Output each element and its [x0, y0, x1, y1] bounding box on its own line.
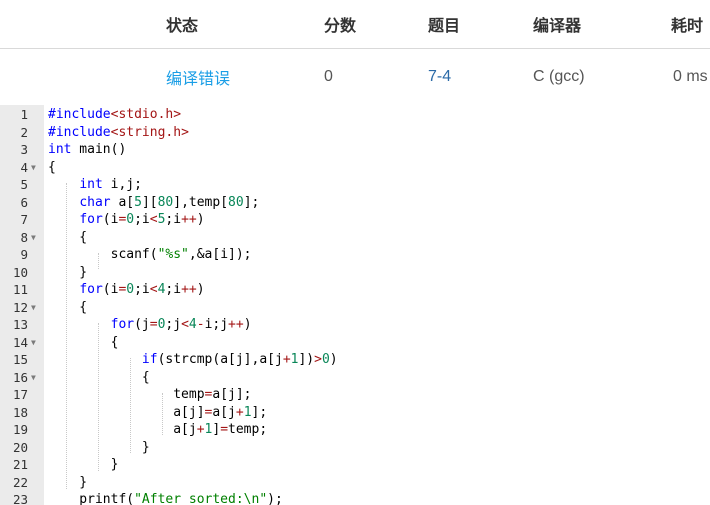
line-number: 12: [12, 299, 28, 315]
code-text: {: [48, 229, 88, 245]
code-line[interactable]: 17 temp=a[j];: [0, 386, 710, 404]
code-line[interactable]: 6 char a[5][80],temp[80];: [0, 194, 710, 212]
code-text: for(i=0;i<5;i++): [79, 212, 205, 227]
code-editor[interactable]: 1 #include<stdio.h> 2 #include<string.h> 3 in…: [0, 105, 710, 505]
line-number: 4: [20, 159, 28, 175]
code-text: for(j=0;j<4-i;j++): [110, 317, 252, 332]
line-number: 3: [20, 142, 28, 157]
score-value: 0: [324, 67, 333, 85]
line-number: 2: [20, 124, 28, 140]
code-line[interactable]: 2 #include<string.h>: [0, 124, 710, 142]
code-text: #include<stdio.h>: [48, 107, 182, 122]
line-number: 9: [20, 247, 28, 262]
column-compiler: 编译器: [533, 18, 582, 35]
column-problem: 题目: [428, 18, 461, 35]
code-line[interactable]: 15 if(strcmp(a[j],a[j+1])>0): [0, 351, 710, 369]
line-number: 11: [12, 282, 28, 297]
code-text: int i,j;: [79, 177, 142, 192]
code-line[interactable]: 13 for(j=0;j<4-i;j++): [0, 316, 710, 334]
line-number: 8: [20, 229, 28, 245]
code-line[interactable]: 20 }: [0, 439, 710, 457]
code-text: }: [48, 264, 88, 280]
line-number: 18: [12, 404, 28, 420]
line-number: 1: [20, 107, 28, 122]
code-line[interactable]: 7 for(i=0;i<5;i++): [0, 211, 710, 229]
code-line[interactable]: 9 scanf("%s",&a[i]);: [0, 246, 710, 264]
column-score: 分数: [324, 18, 357, 35]
line-number: 10: [12, 264, 28, 280]
code-text: for(i=0;i<4;i++): [79, 282, 205, 297]
line-number: 13: [12, 317, 28, 332]
line-number: 19: [12, 422, 28, 437]
compiler-value: C (gcc): [533, 67, 585, 85]
code-text: }: [48, 439, 150, 455]
code-line[interactable]: 1 #include<stdio.h>: [0, 106, 710, 124]
code-line[interactable]: 14 ▼ {: [0, 334, 710, 352]
line-number: 6: [20, 194, 28, 210]
time-value: 0 ms: [673, 67, 708, 85]
fold-arrow-icon[interactable]: ▼: [31, 299, 36, 317]
code-text: }: [48, 474, 88, 490]
code-text: if(strcmp(a[j],a[j+1])>0): [141, 352, 338, 367]
line-number: 15: [12, 352, 28, 367]
code-text: printf("After sorted:\n");: [48, 492, 283, 505]
code-text: {: [48, 334, 119, 350]
problem-link[interactable]: 7-4: [428, 49, 451, 104]
code-line[interactable]: 11 for(i=0;i<4;i++): [0, 281, 710, 299]
code-text: temp=a[j];: [48, 387, 252, 402]
code-text: a[j]=a[j+1];: [48, 404, 268, 420]
line-number: 23: [12, 492, 28, 505]
code-line[interactable]: 19 a[j+1]=temp;: [0, 421, 710, 439]
code-text: {: [48, 299, 88, 315]
line-number: 22: [12, 474, 28, 490]
line-number: 14: [12, 334, 28, 350]
status-link[interactable]: 编译错误: [166, 49, 230, 104]
submission-table-header: 状态 分数 题目 编译器 耗时: [0, 0, 710, 49]
code-line[interactable]: 3 int main(): [0, 141, 710, 159]
fold-arrow-icon[interactable]: ▼: [31, 369, 36, 387]
code-text: a[j+1]=temp;: [48, 422, 268, 437]
code-line[interactable]: 22 }: [0, 474, 710, 492]
submission-row: 编译错误 0 7-4 C (gcc) 0 ms: [0, 49, 710, 104]
code-line[interactable]: 4 ▼ {: [0, 159, 710, 177]
code-line[interactable]: 18 a[j]=a[j+1];: [0, 404, 710, 422]
code-line[interactable]: 23 printf("After sorted:\n");: [0, 491, 710, 505]
code-line[interactable]: 5 int i,j;: [0, 176, 710, 194]
code-line[interactable]: 16 ▼ {: [0, 369, 710, 387]
line-number: 7: [20, 212, 28, 227]
code-line[interactable]: 21 }: [0, 456, 710, 474]
code-text: char a[5][80],temp[80];: [79, 194, 260, 210]
code-text: #include<string.h>: [48, 124, 189, 140]
line-number: 21: [12, 457, 28, 472]
line-number: 5: [20, 177, 28, 192]
fold-arrow-icon[interactable]: ▼: [31, 229, 36, 247]
fold-arrow-icon[interactable]: ▼: [31, 334, 36, 352]
code-line[interactable]: 8 ▼ {: [0, 229, 710, 247]
line-number: 17: [12, 387, 28, 402]
code-text: scanf("%s",&a[i]);: [48, 247, 252, 262]
code-text: {: [48, 369, 150, 385]
code-line[interactable]: 10 }: [0, 264, 710, 282]
code-text: {: [48, 159, 56, 175]
code-text: int main(): [48, 142, 127, 157]
fold-arrow-icon[interactable]: ▼: [31, 159, 36, 177]
code-line[interactable]: 12 ▼ {: [0, 299, 710, 317]
line-number: 16: [12, 369, 28, 385]
code-text: }: [48, 457, 119, 472]
column-status: 状态: [166, 18, 199, 35]
line-number: 20: [12, 439, 28, 455]
column-time: 耗时: [671, 18, 704, 35]
